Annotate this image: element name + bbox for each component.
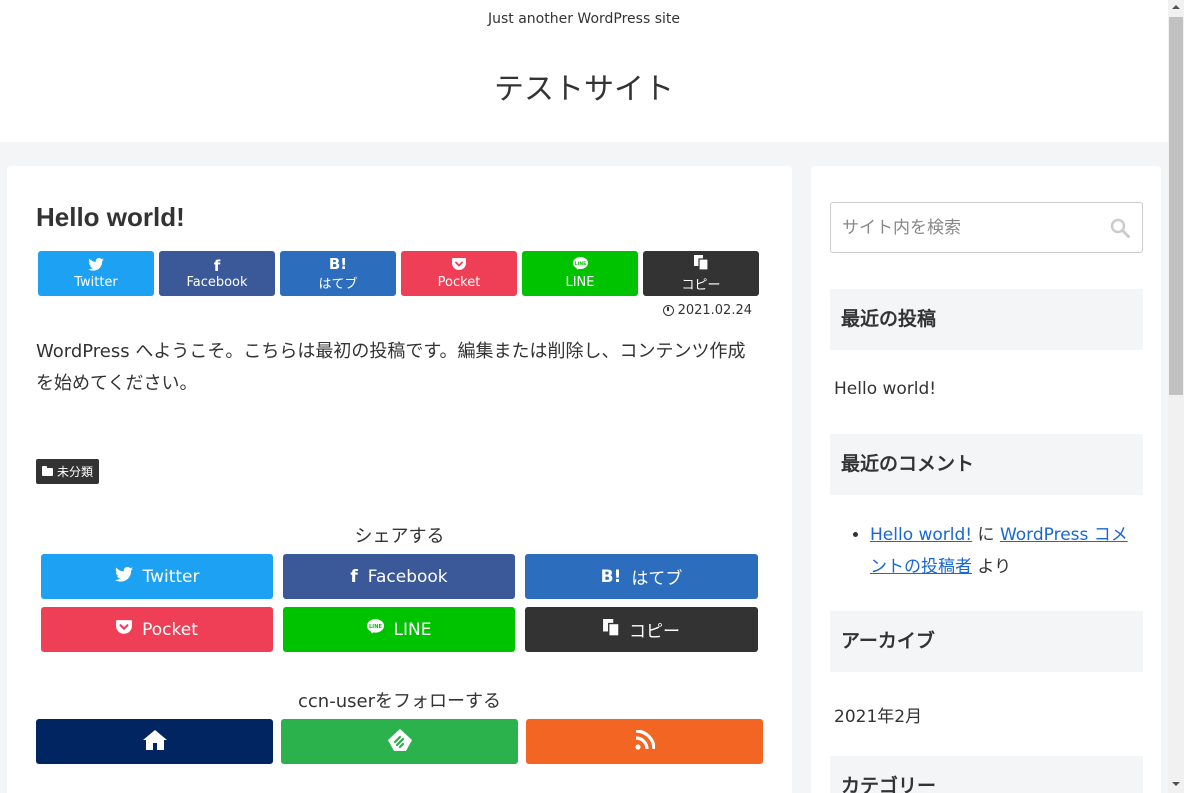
sidebar: 最近の投稿 Hello world! 最近のコメント Hello world! … [811, 166, 1161, 793]
pocket-icon [116, 619, 133, 640]
share-facebook-label: Facebook [367, 566, 448, 587]
share-facebook-button-top[interactable]: f Facebook [159, 251, 275, 296]
post-date: 2021.02.24 [662, 303, 752, 318]
folder-icon [42, 465, 53, 476]
share-copy-button[interactable]: コピー [525, 607, 758, 652]
comment-on-text: に [977, 525, 995, 545]
recent-comments-title: 最近のコメント [830, 434, 1143, 495]
line-icon: LINE [366, 619, 384, 640]
twitter-icon [88, 257, 104, 274]
share-line-button[interactable]: LINE LINE [283, 607, 515, 652]
follow-rss-button[interactable] [526, 719, 763, 764]
copy-icon [694, 254, 709, 273]
follow-feedly-button[interactable] [281, 719, 518, 764]
facebook-icon: f [350, 566, 358, 587]
rss-icon [634, 728, 656, 754]
comment-post-link[interactable]: Hello world! [870, 525, 972, 545]
hatena-icon: B! [600, 566, 622, 587]
share-pocket-button[interactable]: Pocket [41, 607, 273, 652]
share-facebook-label: Facebook [186, 274, 248, 290]
post-body: WordPress へようこそ。こちらは最初の投稿です。編集または削除し、コンテ… [36, 341, 746, 394]
recent-post-link[interactable]: Hello world! [834, 379, 936, 399]
search-input[interactable] [831, 203, 1091, 252]
copy-icon [603, 618, 620, 641]
site-tagline: Just another WordPress site [487, 11, 680, 27]
share-pocket-button-top[interactable]: Pocket [401, 251, 517, 296]
twitter-icon [114, 566, 133, 587]
category-badge[interactable]: 未分類 [36, 459, 100, 484]
feedly-icon [387, 728, 413, 756]
share-twitter-label: Twitter [74, 274, 118, 290]
share-heading: シェアする [354, 526, 445, 547]
recent-posts-title: 最近の投稿 [830, 289, 1143, 350]
search-icon[interactable] [1110, 218, 1130, 238]
share-hatena-button-top[interactable]: B! はてブ [280, 251, 396, 296]
search-box [830, 202, 1143, 253]
site-title[interactable]: テストサイト [0, 64, 1168, 108]
follow-buttons [36, 719, 763, 764]
share-hatena-label: はてブ [631, 569, 683, 589]
share-hatena-button[interactable]: B! はてブ [525, 554, 758, 599]
scroll-down-arrow-icon[interactable] [1172, 782, 1180, 786]
home-icon [142, 729, 167, 755]
archive-title: アーカイブ [830, 611, 1143, 672]
share-line-label: LINE [565, 275, 595, 290]
category-label: 未分類 [57, 465, 94, 479]
share-pocket-label: Pocket [437, 274, 481, 290]
comment-item: Hello world! に WordPress コメントの投稿者 より [870, 519, 1143, 583]
scroll-up-arrow-icon[interactable] [1172, 5, 1180, 9]
svg-text:LINE: LINE [574, 261, 585, 267]
share-copy-label: コピー [681, 277, 721, 293]
recent-comments-list: Hello world! に WordPress コメントの投稿者 より [830, 519, 1143, 583]
facebook-icon: f [213, 256, 221, 275]
share-twitter-button[interactable]: Twitter [41, 554, 273, 599]
site-header: Just another WordPress site テストサイト [0, 0, 1168, 142]
main-content: Hello world! Twitter f Facebook B! はてブ P… [7, 166, 792, 793]
post-title: Hello world! [36, 202, 185, 232]
hatena-icon: B! [328, 254, 348, 273]
categories-title: カテゴリー [830, 756, 1143, 793]
share-copy-label: コピー [629, 622, 680, 642]
svg-text:LINE: LINE [369, 624, 382, 630]
share-twitter-label: Twitter [142, 566, 200, 587]
share-hatena-label: はてブ [318, 276, 358, 292]
archive-link[interactable]: 2021年2月 [834, 702, 922, 727]
share-pocket-label: Pocket [142, 619, 198, 640]
comment-by-text: より [977, 557, 1012, 577]
follow-heading: ccn-userをフォローする [298, 691, 501, 712]
line-icon: LINE [572, 257, 588, 274]
pocket-icon [452, 257, 466, 274]
share-line-button-top[interactable]: LINE LINE [522, 251, 638, 296]
share-buttons-top: Twitter f Facebook B! はてブ Pocket LINE LI… [38, 251, 759, 296]
share-line-label: LINE [393, 619, 432, 640]
clock-icon [662, 305, 674, 316]
post-date-text: 2021.02.24 [677, 303, 752, 318]
share-facebook-button[interactable]: f Facebook [283, 554, 515, 599]
share-copy-button-top[interactable]: コピー [643, 251, 759, 296]
follow-home-button[interactable] [36, 719, 273, 764]
share-twitter-button-top[interactable]: Twitter [38, 251, 154, 296]
scrollbar-thumb[interactable] [1169, 17, 1183, 395]
share-buttons-bottom: Twitter f Facebook B! はてブ Pocket LINE LI… [41, 554, 758, 652]
